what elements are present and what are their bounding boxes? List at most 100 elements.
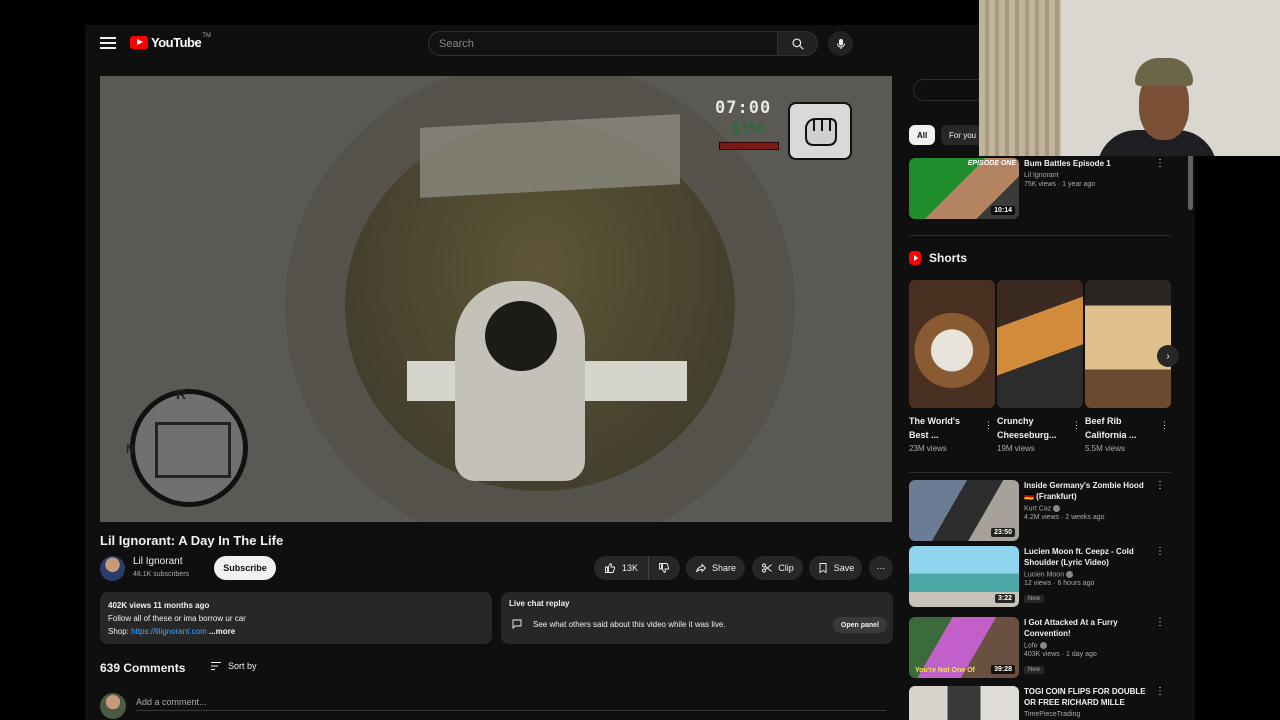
save-button[interactable]: Save (809, 556, 862, 580)
thumbs-down-icon (659, 563, 669, 574)
logo-trademark: TM (202, 32, 211, 39)
subscriber-count: 48.1K subscribers (133, 571, 190, 578)
like-button[interactable]: 13K (594, 556, 650, 580)
channel-label: Lucien Moon (1024, 571, 1065, 579)
new-badge: New (1024, 666, 1045, 675)
save-label: Save (833, 563, 855, 573)
video-channel[interactable]: Lucien Moon (1024, 571, 1154, 578)
voice-search-button[interactable] (828, 31, 853, 56)
short-item[interactable]: Crunchy Cheeseburg... 19M views ⋮ (997, 280, 1083, 453)
channel-name[interactable]: Lil Ignorant (133, 556, 182, 567)
video-meta: 403K views · 1 day ago (1024, 651, 1097, 659)
more-vertical-icon[interactable]: ⋮ (984, 420, 993, 431)
shorts-heading: Shorts (909, 251, 967, 265)
view-count-date: 402K views 11 months ago (108, 601, 210, 610)
shorts-logo-icon (909, 251, 921, 265)
webcam-overlay (979, 0, 1280, 156)
chat-bubble-icon (512, 619, 522, 630)
video-duration: 23:50 (991, 528, 1015, 537)
more-vertical-icon[interactable]: ⋮ (1160, 420, 1169, 431)
more-vertical-icon[interactable]: ⋮ (1155, 617, 1165, 628)
chip-all[interactable]: All (909, 125, 936, 145)
video-frame-ceiling (420, 114, 680, 198)
subscribe-button[interactable]: Subscribe (214, 556, 276, 580)
video-info: Lucien Moon ft. Ceepz - Cold Shoulder (L… (1024, 546, 1154, 605)
video-title[interactable]: TOGI COIN FLIPS FOR DOUBLE OR FREE RICHA… (1024, 686, 1154, 708)
video-channel[interactable]: Lil Ignorant (1024, 172, 1154, 179)
youtube-play-icon (130, 36, 148, 49)
hud-radar-map (130, 389, 248, 507)
logo-text: YouTube (151, 35, 202, 50)
open-panel-button[interactable]: Open panel (832, 617, 887, 633)
sidebar-scrollbar[interactable] (1188, 155, 1193, 210)
search-input[interactable] (439, 37, 767, 50)
chevron-right-icon[interactable]: › (1157, 345, 1179, 367)
divider (909, 472, 1171, 473)
more-actions-button[interactable]: ⋯ (869, 556, 893, 580)
video-duration: 39:28 (991, 665, 1015, 674)
video-thumbnail[interactable]: 3:22 (909, 546, 1019, 607)
verified-badge-icon (1039, 642, 1047, 649)
video-thumbnail[interactable]: 23:50 (909, 480, 1019, 541)
live-chat-title: Live chat replay (509, 599, 570, 608)
short-item[interactable]: Beef Rib California ... 5.5M views ⋮ (1085, 280, 1171, 453)
video-thumbnail[interactable] (909, 686, 1019, 720)
video-player[interactable]: 07:00 $350 N R (100, 76, 892, 522)
search-icon (791, 37, 804, 50)
thumbnail-caption: EPISODE ONE (967, 160, 1016, 167)
verified-badge-icon (1053, 505, 1061, 512)
shorts-title: Shorts (929, 251, 968, 265)
share-button[interactable]: Share (686, 556, 745, 580)
hud-money: $350 (732, 121, 766, 137)
video-meta: 75K views · 1 year ago (1024, 181, 1096, 188)
sort-by-button[interactable]: Sort by (210, 661, 257, 671)
video-thumbnail[interactable]: EPISODE ONE 10:14 (909, 158, 1019, 219)
dislike-button[interactable] (649, 556, 679, 580)
show-more-link[interactable]: ...more (209, 627, 235, 636)
clip-button[interactable]: Clip (752, 556, 803, 580)
video-title[interactable]: Bum Battles Episode 1 (1024, 158, 1154, 169)
hamburger-menu-icon[interactable] (100, 35, 116, 51)
sort-icon (211, 662, 221, 670)
video-duration: 10:14 (991, 206, 1015, 215)
youtube-logo[interactable]: YouTube TM (130, 32, 211, 50)
new-badge: New (1024, 595, 1045, 604)
hud-health-bar (719, 142, 779, 150)
live-chat-row: See what others said about this video wh… (511, 618, 726, 630)
hud-time: 07:00 (715, 98, 772, 118)
short-title[interactable]: Beef Rib California ... (1085, 414, 1155, 442)
description-box[interactable]: 402K views 11 months ago Follow all of t… (100, 592, 492, 644)
short-thumbnail[interactable] (1085, 280, 1171, 408)
more-vertical-icon[interactable]: ⋮ (1155, 158, 1165, 169)
video-duration: 3:22 (994, 594, 1015, 603)
video-title[interactable]: Lucien Moon ft. Ceepz - Cold Shoulder (L… (1024, 546, 1154, 568)
more-vertical-icon[interactable]: ⋮ (1072, 420, 1081, 431)
short-views: 5.5M views (1085, 444, 1126, 453)
search-button[interactable] (778, 31, 818, 56)
clip-label: Clip (778, 563, 794, 573)
video-thumbnail[interactable]: You're Not One Of 39:28 (909, 617, 1019, 678)
video-channel[interactable]: TimePieceTrading (1024, 711, 1154, 718)
more-vertical-icon[interactable]: ⋮ (1155, 686, 1165, 697)
chip-for-you[interactable]: For you (941, 125, 985, 145)
video-channel[interactable]: Lofe (1024, 642, 1154, 649)
short-item[interactable]: The World's Best ... 23M views ⋮ (909, 280, 995, 453)
add-comment-input[interactable]: Add a comment... (136, 693, 886, 711)
video-channel[interactable]: Kurt Caz (1024, 505, 1154, 512)
short-views: 23M views (909, 444, 947, 453)
radar-north-label: N (126, 442, 135, 456)
video-title[interactable]: I Got Attacked At a Furry Convention! (1024, 617, 1154, 639)
short-thumbnail[interactable] (997, 280, 1083, 408)
short-title[interactable]: The World's Best ... (909, 414, 979, 442)
short-thumbnail[interactable] (909, 280, 995, 408)
channel-avatar[interactable] (100, 556, 125, 581)
search-box (428, 31, 778, 56)
more-vertical-icon[interactable]: ⋮ (1155, 480, 1165, 491)
shop-link[interactable]: https://lilignorant.com (131, 627, 207, 636)
video-meta: 12 views · 6 hours ago (1024, 580, 1095, 588)
more-vertical-icon[interactable]: ⋮ (1155, 546, 1165, 557)
short-title[interactable]: Crunchy Cheeseburg... (997, 414, 1067, 442)
video-info: TOGI COIN FLIPS FOR DOUBLE OR FREE RICHA… (1024, 686, 1154, 718)
microphone-icon (836, 38, 845, 49)
video-title[interactable]: Inside Germany's Zombie Hood 🇩🇪 (Frankfu… (1024, 480, 1154, 502)
